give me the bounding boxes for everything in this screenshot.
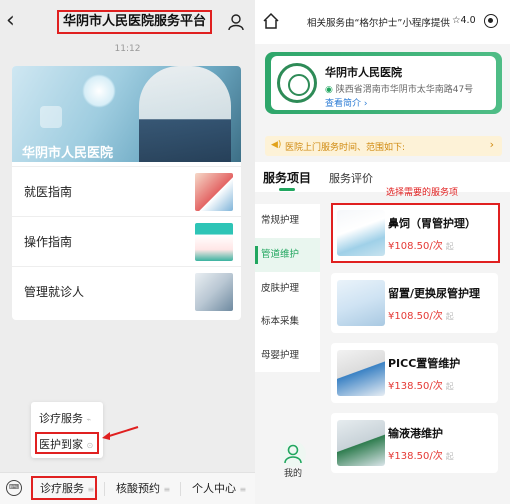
divider	[104, 482, 105, 496]
menu-item-patients[interactable]: 管理就诊人	[12, 266, 241, 315]
menu-item-operation[interactable]: 操作指南	[12, 216, 241, 265]
hint-annotation: 选择需要的服务项	[386, 188, 459, 198]
category-routine[interactable]: 常规护理	[255, 204, 320, 238]
category-sidebar: 常规护理 管道维护 皮肤护理 标本采集 母婴护理	[255, 204, 320, 372]
service-image	[337, 350, 385, 396]
menu-item-guide[interactable]: 就医指南	[12, 166, 241, 215]
account-title: 华阴市人民医院服务平台	[57, 10, 213, 34]
patients-thumbnail	[195, 273, 233, 311]
speaker-icon: ◀)	[271, 140, 282, 150]
red-arrow-icon	[102, 426, 139, 440]
menu-item-label: 操作指南	[24, 235, 73, 249]
rating: ☆4.0	[452, 15, 476, 26]
category-maternal[interactable]: 母婴护理	[255, 339, 320, 373]
menu-tab-personal[interactable]: 个人中心 ≡	[192, 473, 246, 504]
back-arrow-icon[interactable]: ‹	[6, 10, 26, 34]
service-name: PICC置管维护	[388, 357, 461, 370]
keyboard-icon[interactable]: ⌨	[6, 480, 22, 496]
operation-thumbnail	[195, 223, 233, 261]
service-image	[337, 280, 385, 326]
service-price: ¥108.50/次起	[388, 311, 454, 322]
category-specimen[interactable]: 标本采集	[255, 305, 320, 339]
service-image	[337, 420, 385, 466]
menu-tab-nucleic[interactable]: 核酸预约 ≡	[116, 473, 170, 504]
mini-program-header: 相关服务由“格尔护士”小程序提供 ☆4.0	[255, 0, 510, 44]
tab-reviews[interactable]: 服务评价	[329, 170, 373, 186]
mini-program-panel: 相关服务由“格尔护士”小程序提供 ☆4.0 华阴市人民医院 ◉ 陕西省渭南市华阴…	[255, 0, 510, 504]
user-profile-icon[interactable]	[226, 12, 246, 32]
divider	[180, 482, 181, 496]
hospital-address: ◉ 陕西省渭南市华阴市太华南路47号	[325, 85, 474, 95]
service-item[interactable]: 留置/更换尿管护理 ¥108.50/次起	[331, 273, 498, 333]
highlight-box	[31, 476, 97, 500]
service-item[interactable]: 输液港维护 ¥138.50/次起	[331, 413, 498, 473]
tab-active-indicator	[279, 188, 295, 191]
home-icon[interactable]	[262, 12, 280, 30]
hospital-name: 华阴市人民医院	[325, 66, 402, 79]
location-pin-icon: ◉	[325, 85, 333, 95]
doctor-illustration	[139, 66, 231, 162]
record-icon[interactable]	[484, 14, 498, 28]
mine-icon[interactable]	[280, 441, 306, 467]
provider-notice: 相关服务由“格尔护士”小程序提供	[307, 18, 450, 29]
service-price: ¥138.50/次起	[388, 381, 454, 392]
official-account-panel: ‹ 华阴市人民医院服务平台 ◌ 11:12 华阴市人民医院 就医指南 操作指南 …	[0, 0, 255, 504]
hospital-card: 华阴市人民医院 ◉ 陕西省渭南市华阴市太华南路47号 查看简介 ›	[265, 52, 502, 114]
category-tube[interactable]: 管道维护	[255, 238, 320, 272]
service-price: ¥138.50/次起	[388, 451, 454, 462]
banner-image[interactable]: 华阴市人民医院	[12, 66, 241, 162]
service-name: 输液港维护	[388, 427, 443, 440]
service-item[interactable]: PICC置管维护 ¥138.50/次起	[331, 343, 498, 403]
highlight-box	[35, 432, 99, 454]
category-skin[interactable]: 皮肤护理	[255, 272, 320, 306]
submenu-item-clinic[interactable]: 诊疗服务 ⌁	[39, 410, 91, 426]
chevron-right-icon: ›	[489, 138, 494, 151]
tabs: 服务项目 服务评价	[255, 162, 510, 192]
notice-text: 医院上门服务时间、范围如下:	[285, 143, 406, 153]
article-card[interactable]: 华阴市人民医院 就医指南 操作指南 管理就诊人	[12, 66, 241, 320]
heart-graphic	[82, 74, 116, 108]
message-time: 11:12	[114, 44, 141, 54]
hospital-info: 华阴市人民医院 ◉ 陕西省渭南市华阴市太华南路47号 查看简介 ›	[271, 56, 496, 110]
guide-thumbnail	[195, 173, 233, 211]
highlight-box	[331, 203, 500, 263]
banner-label: 华阴市人民医院	[22, 146, 114, 161]
mine-label[interactable]: 我的	[284, 466, 302, 479]
tab-services[interactable]: 服务项目	[263, 169, 311, 186]
view-intro-link[interactable]: 查看简介 ›	[325, 96, 367, 109]
medical-cross-graphic	[40, 106, 62, 128]
mute-icon: ◌	[191, 14, 198, 23]
service-notice[interactable]: ◀) 医院上门服务时间、范围如下: ›	[265, 136, 502, 156]
service-name: 留置/更换尿管护理	[388, 287, 481, 300]
hospital-logo	[277, 63, 317, 103]
chat-header: ‹ 华阴市人民医院服务平台 ◌	[0, 0, 255, 46]
menu-item-label: 就医指南	[24, 185, 73, 199]
menu-item-label: 管理就诊人	[24, 285, 85, 299]
